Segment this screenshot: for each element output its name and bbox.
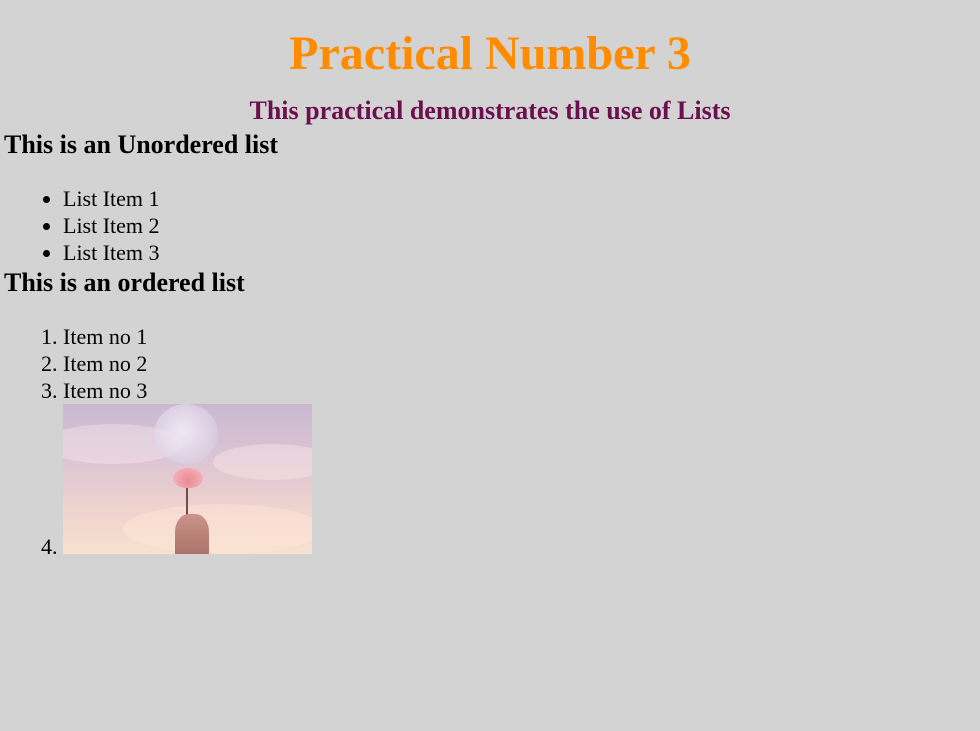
unordered-list-item: List Item 2: [63, 212, 976, 239]
unordered-list-heading: This is an Unordered list: [4, 130, 279, 159]
ordered-list: Item no 1 Item no 2 Item no 3: [4, 323, 976, 558]
photo-moon: [154, 404, 218, 464]
photo-cloud: [213, 444, 312, 480]
unordered-list-item: List Item 1: [63, 185, 976, 212]
photo-cloud: [123, 504, 312, 554]
flower-balloon-image: [63, 404, 312, 554]
ordered-list-item: Item no 2: [63, 350, 976, 377]
ordered-list-item: Item no 1: [63, 323, 976, 350]
unordered-list-item: List Item 3: [63, 239, 976, 266]
unordered-list: List Item 1 List Item 2 List Item 3: [4, 185, 976, 266]
ordered-list-heading: This is an ordered list: [4, 268, 245, 297]
page: Practical Number 3 This practical demons…: [0, 0, 980, 731]
ordered-list-item: Item no 3: [63, 377, 976, 404]
ordered-list-item-image: [63, 404, 976, 558]
photo-flower: [173, 468, 203, 488]
photo-hand: [175, 514, 209, 554]
page-title: Practical Number 3: [289, 27, 691, 80]
page-subtitle: This practical demonstrates the use of L…: [249, 96, 731, 125]
